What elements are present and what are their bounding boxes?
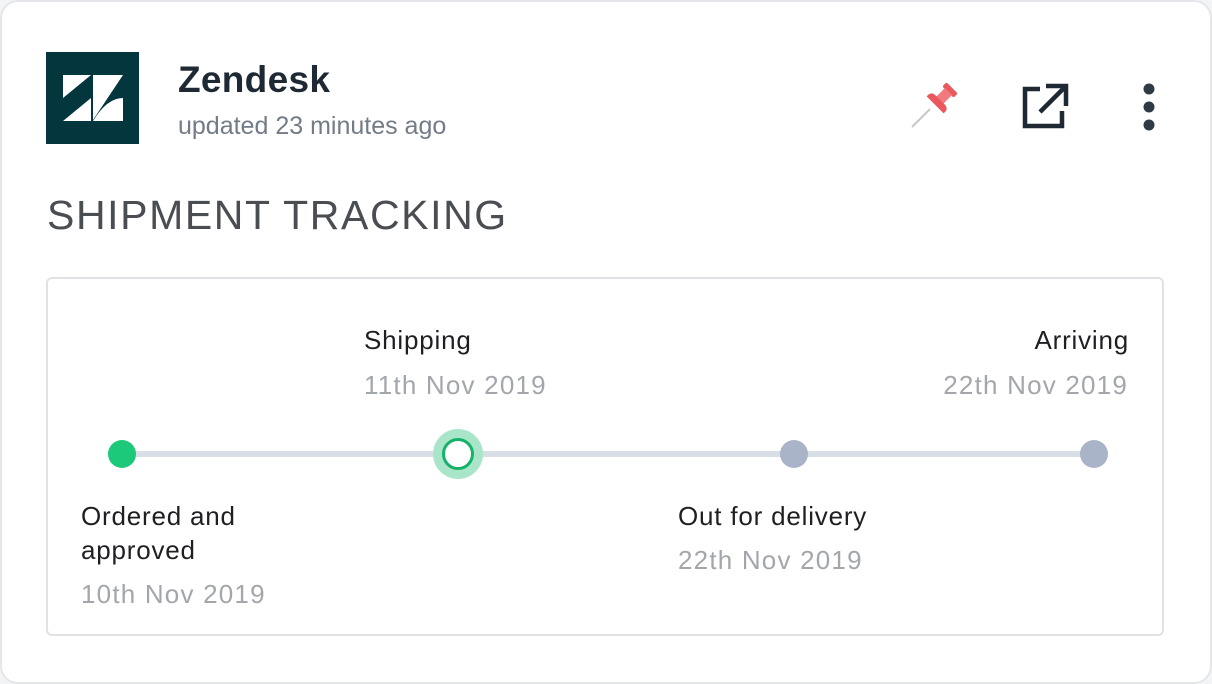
pin-button[interactable] — [906, 78, 962, 134]
step-shipping-date: 11th Nov 2019 — [364, 370, 547, 400]
shipment-tracking-card: Zendesk updated 23 minutes ago SHIPMENT … — [0, 0, 1212, 684]
step-ordered-dot — [108, 440, 136, 468]
step-ordered-date: 10th Nov 2019 — [81, 579, 266, 609]
step-ordered-label: Ordered and approved — [81, 501, 236, 565]
step-out-for-delivery-label: Out for delivery — [678, 501, 868, 531]
step-arriving-date: 22th Nov 2019 — [943, 370, 1128, 400]
pin-icon — [911, 83, 957, 128]
app-name: Zendesk — [178, 59, 331, 100]
external-link-icon — [1022, 83, 1069, 129]
shipment-timeline: Ordered and approved 10th Nov 2019 Shipp… — [46, 277, 1164, 636]
timeline-track — [123, 451, 1095, 457]
step-out-for-delivery-date: 22th Nov 2019 — [678, 545, 863, 575]
step-shipping-dot — [442, 438, 474, 470]
more-vertical-icon — [1143, 83, 1155, 131]
updated-timestamp: updated 23 minutes ago — [178, 112, 447, 140]
open-external-button[interactable] — [1016, 78, 1072, 134]
zendesk-logo-icon — [46, 52, 139, 144]
section-title: SHIPMENT TRACKING — [47, 192, 508, 238]
step-shipping-label: Shipping — [364, 325, 472, 355]
step-out-for-delivery-dot — [780, 440, 808, 468]
more-options-button[interactable] — [1121, 78, 1177, 134]
step-arriving-label: Arriving — [1034, 325, 1129, 355]
step-arriving-dot — [1080, 440, 1108, 468]
